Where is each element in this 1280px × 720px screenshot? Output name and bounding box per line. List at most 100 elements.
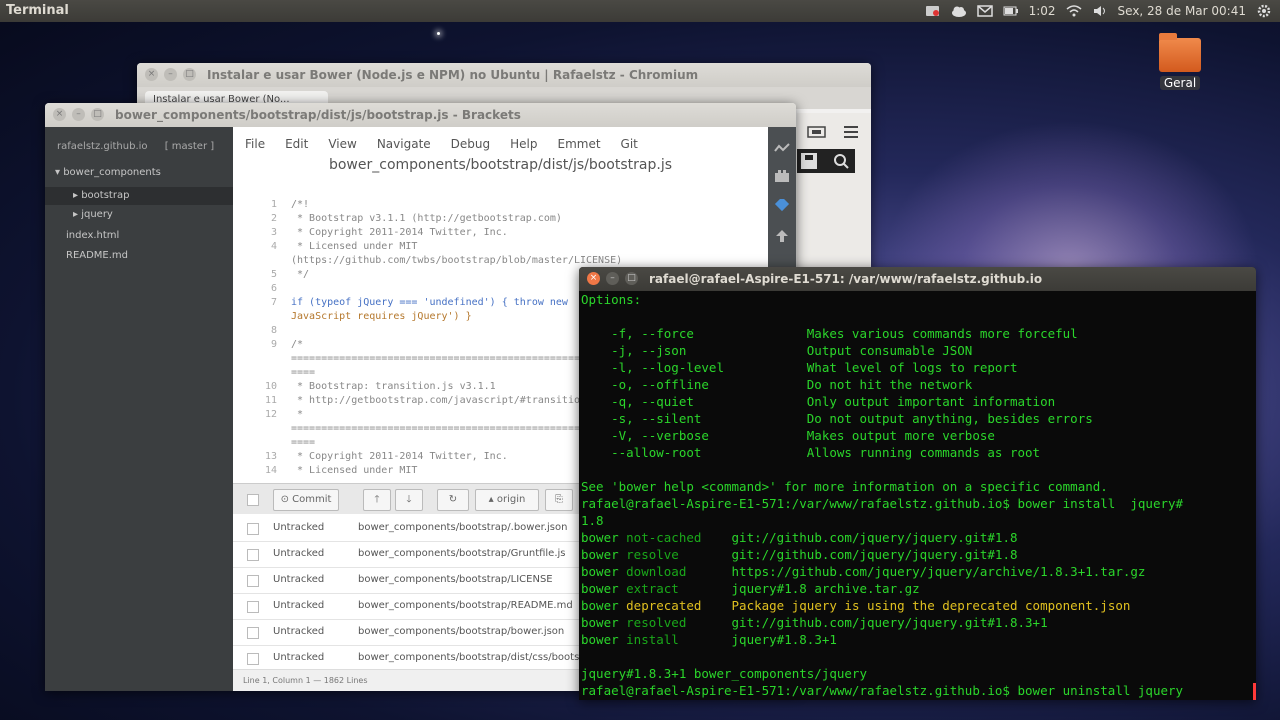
arrow-up-icon[interactable]: 🡑 [363,489,391,511]
git-icon[interactable] [774,199,790,213]
arrow-down-icon[interactable]: 🡓 [395,489,423,511]
file-checkbox[interactable] [247,653,259,665]
menu-edit[interactable]: Edit [285,137,308,151]
terminal-line: bower resolved git://github.com/jquery/j… [581,614,1048,631]
file-path[interactable]: bower_components/bootstrap/README.md [358,600,573,611]
line-number: 6 [270,283,277,294]
refresh-icon[interactable]: ↻ [437,489,469,511]
terminal-line: rafael@rafael-Aspire-E1-571:/var/www/raf… [581,496,1184,511]
menu-view[interactable]: View [328,137,356,151]
terminal-line: --allow-root Allows running commands as … [581,445,1041,460]
minimize-button[interactable]: – [72,108,85,121]
file-status: Untracked [273,626,325,637]
maximize-button[interactable]: □ [91,108,104,121]
battery-time[interactable]: 1:02 [1029,4,1056,18]
tree-folder-bower-components[interactable]: ▾ bower_components [55,167,161,178]
minimize-button[interactable]: – [164,68,177,81]
extension-manager-icon[interactable] [774,169,790,183]
code-line: ========================================… [291,353,629,364]
terminal-line: jquery#1.8.3+1 bower_components/jquery [581,666,867,681]
cloud-icon[interactable] [951,4,967,18]
terminal-line: Options: [581,292,642,307]
mail-icon[interactable] [976,4,993,18]
maximize-button[interactable]: □ [183,68,196,81]
folder-icon[interactable] [1159,33,1201,72]
bower-prefix: bower [581,632,627,647]
close-button[interactable]: × [53,108,66,121]
commit-button[interactable]: ⊙ Commit [273,489,339,511]
close-button[interactable]: × [587,272,600,285]
top-panel: Terminal 1:02 Sex, 28 de Mar 00:41 [0,0,1280,22]
code-line: * Licensed under MIT [291,241,418,252]
menu-navigate[interactable]: Navigate [377,137,431,151]
project-header[interactable]: rafaelstz.github.io [ master ] [57,141,214,152]
menu-debug[interactable]: Debug [451,137,490,151]
menu-icon[interactable] [841,125,861,139]
chromium-titlebar[interactable]: × – □ Instalar e usar Bower (Node.js e N… [137,63,871,87]
file-checkbox[interactable] [247,601,259,613]
code-line: (https://github.com/twbs/bootstrap/blob/… [291,255,623,266]
menu-git[interactable]: Git [621,137,638,151]
line-number: 5 [270,269,277,280]
terminal-output[interactable]: rafael@rafael-Aspire-E1-571:/var/www/raf… [579,291,1256,700]
desktop-folder[interactable]: Geral [1155,33,1205,91]
file-path[interactable]: bower_components/bootstrap/.bower.json [358,522,567,533]
file-checkbox[interactable] [247,627,259,639]
cloud-upload-icon[interactable] [774,229,790,243]
terminal-window[interactable]: × – □ rafael@rafael-Aspire-E1-571: /var/… [579,267,1256,700]
file-checkbox[interactable] [247,575,259,587]
terminal-line: -l, --log-level What level of logs to re… [581,360,1018,375]
menu-bar: File Edit View Navigate Debug Help Emmet… [245,137,638,151]
tree-file-index[interactable]: index.html [66,230,119,241]
file-checkbox[interactable] [247,549,259,561]
search-widget[interactable] [797,149,855,173]
menu-file[interactable]: File [245,137,265,151]
git-branch[interactable]: [ master ] [165,141,214,152]
menu-emmet[interactable]: Emmet [557,137,600,151]
bower-detail: git://github.com/jquery/jquery.git#1.8.3… [731,615,1048,630]
battery-icon[interactable] [1003,4,1019,18]
bower-action: resolve [626,547,679,562]
code-line: /* [291,339,304,350]
project-name[interactable]: rafaelstz.github.io [57,141,148,152]
wallpaper-star [437,32,440,35]
tree-folder-jquery[interactable]: ▸ jquery [73,209,113,220]
maximize-button[interactable]: □ [625,272,638,285]
line-number: 14 [264,465,277,476]
gear-icon[interactable] [1256,4,1272,18]
brackets-titlebar[interactable]: × – □ bower_components/bootstrap/dist/js… [45,103,796,127]
origin-remote-button[interactable]: ▴ origin [475,489,539,511]
file-path[interactable]: bower_components/bootstrap/LICENSE [358,574,553,585]
file-checkbox[interactable] [247,523,259,535]
file-path[interactable]: bower_components/bootstrap/Gruntfile.js [358,548,566,559]
record-icon[interactable] [925,4,941,18]
terminal-line: bower extract jquery#1.8 archive.tar.gz [581,580,920,597]
file-path[interactable]: bower_components/bootstrap/dist/css/boot… [358,652,600,663]
code-line: ========================================… [291,423,629,434]
line-number: 4 [270,241,277,252]
clock[interactable]: Sex, 28 de Mar 00:41 [1118,4,1246,18]
close-button[interactable]: × [145,68,158,81]
active-app-title: Terminal [6,3,69,18]
line-number: 7 [270,297,277,308]
tree-folder-bootstrap[interactable]: ▸ bootstrap [45,187,233,205]
cast-icon[interactable] [807,125,827,139]
wifi-icon[interactable] [1066,4,1082,18]
terminal-line: -q, --quiet Only output important inform… [581,394,1056,409]
terminal-line: See 'bower help <command>' for more info… [581,479,1108,494]
minimize-button[interactable]: – [606,272,619,285]
menu-help[interactable]: Help [510,137,537,151]
bower-detail: jquery#1.8 archive.tar.gz [731,581,920,596]
file-path[interactable]: bower_components/bootstrap/bower.json [358,626,564,637]
live-preview-icon[interactable] [774,141,790,155]
git-settings-icon[interactable]: ⎘ [545,489,573,511]
window-title: Instalar e usar Bower (Node.js e NPM) no… [207,68,699,82]
select-all-checkbox[interactable] [247,494,259,506]
terminal-titlebar[interactable]: × – □ rafael@rafael-Aspire-E1-571: /var/… [579,267,1256,291]
tree-file-readme[interactable]: README.md [66,250,128,261]
volume-icon[interactable] [1092,4,1108,18]
bower-action: not-cached [626,530,702,545]
